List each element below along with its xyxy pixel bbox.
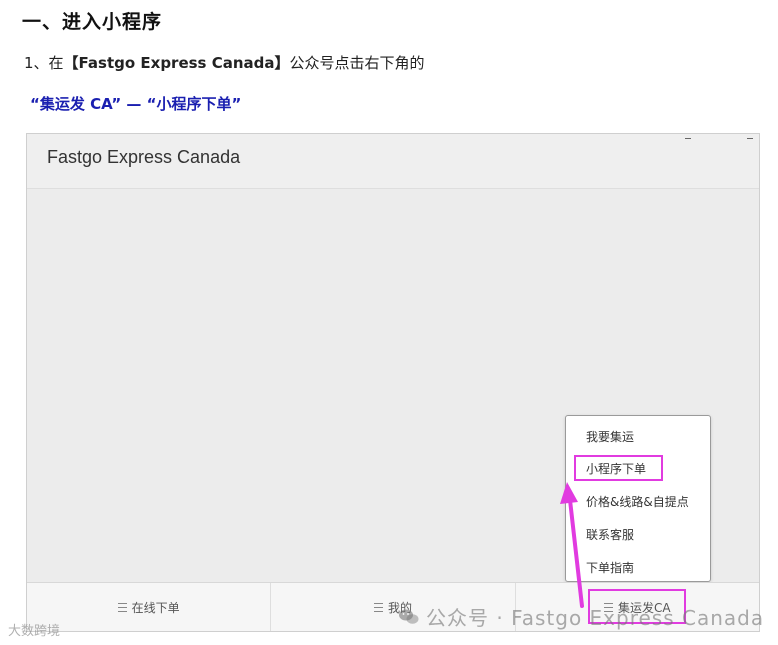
watermark-right: 公众号 · Fastgo Express Canada — [398, 602, 764, 631]
watermark-text: 公众号 · Fastgo Express Canada — [426, 606, 765, 630]
wechat-icon — [399, 609, 419, 624]
watermark-left: 大数跨境 — [8, 624, 61, 639]
pointer-arrow — [560, 482, 584, 608]
